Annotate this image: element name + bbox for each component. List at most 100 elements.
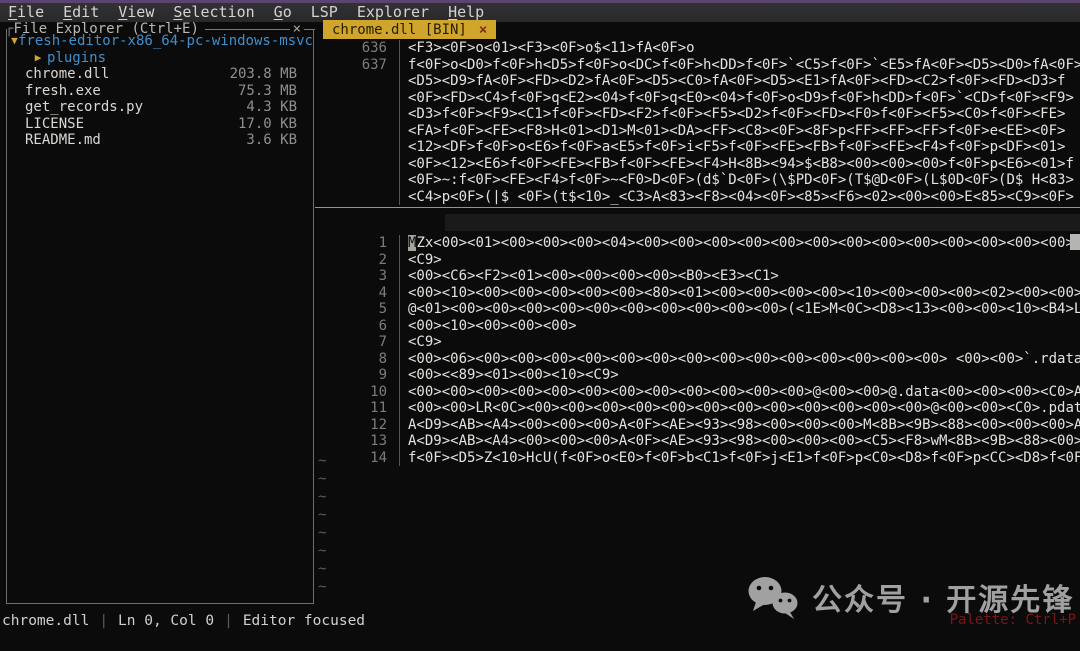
editor-line[interactable]: 9<00><<89><01><00><10><C9>	[315, 367, 1080, 384]
line-text[interactable]: <0F><FD><C4>f<0F>q<E2><04>f<0F>q<E0><04>…	[399, 90, 1080, 107]
line-text[interactable]: MZx<00><01><00><00><00><04><00><00><00><…	[399, 235, 1080, 252]
watermark-text: 公众号 · 开源先锋	[812, 575, 1074, 619]
line-text[interactable]: <C9>	[399, 252, 1080, 269]
status-focus-mode: Editor focused	[243, 613, 365, 629]
line-text[interactable]: <00><10><00><00><00>	[399, 318, 1080, 335]
editor-line[interactable]: <0F><12><E6>f<0F><FE><FB>f<0F><FE><F4>H<…	[315, 156, 1080, 173]
line-text[interactable]: <F3><0F>o<01><F3><0F>o$<11>fA<0F>o	[399, 40, 1080, 57]
horizontal-scrollbar-track[interactable]	[445, 214, 1080, 231]
line-text[interactable]: <FA>f<0F><FE><F8>H<01><D1>M<01><DA><FF><…	[399, 123, 1080, 140]
editor-line[interactable]: 2<C9>	[315, 252, 1080, 269]
line-text[interactable]: <D5><D9>fA<0F><FD><D2>fA<0F><D5><C0>fA<0…	[399, 73, 1080, 90]
file-size: 75.3 MB	[238, 83, 313, 100]
tree-item-fresh-exe[interactable]: fresh.exe75.3 MB	[7, 83, 313, 100]
line-text[interactable]: <00><00><00><00><00><00><00><00><00><00>…	[399, 384, 1080, 401]
line-number: 13	[315, 433, 399, 450]
line-number: 1	[315, 235, 399, 252]
tree-item-root[interactable]: ▼ fresh-editor-x86_64-pc-windows-msvc	[7, 33, 313, 50]
status-separator: |	[224, 613, 233, 629]
tree-item-get-records-py[interactable]: get_records.py4.3 KB	[7, 99, 313, 116]
editor-line[interactable]: 8<00><06><00><00><00><00><00><00><00><00…	[315, 351, 1080, 368]
line-text[interactable]: <00><06><00><00><00><00><00><00><00><00>…	[399, 351, 1080, 368]
tree-item-license[interactable]: LICENSE17.0 KB	[7, 116, 313, 133]
editor-line[interactable]: <12><DF>f<0F>o<E6>f<0F>a<E5>f<0F>i<F5>f<…	[315, 139, 1080, 156]
line-number: 9	[315, 367, 399, 384]
editor-line[interactable]: 636<F3><0F>o<01><F3><0F>o$<11>fA<0F>o	[315, 40, 1080, 57]
editor-top-pane[interactable]: 636<F3><0F>o<01><F3><0F>o$<11>fA<0F>o637…	[315, 40, 1080, 205]
editor-line[interactable]: 11<00><00>LR<0C><00><00><00><00><00><00>…	[315, 400, 1080, 417]
tree-item-readme-md[interactable]: README.md3.6 KB	[7, 132, 313, 149]
editor-line[interactable]: 12A<D9><AB><A4><00><00><00>A<0F><AE><93>…	[315, 417, 1080, 434]
empty-line-tilde: ~	[318, 470, 326, 488]
line-number	[315, 139, 399, 156]
editor-line[interactable]: <D5><D9>fA<0F><FD><D2>fA<0F><D5><C0>fA<0…	[315, 73, 1080, 90]
line-text[interactable]: A<D9><AB><A4><00><00><00>A<0F><AE><93><9…	[399, 417, 1080, 434]
line-text[interactable]: f<0F>o<D0>f<0F>h<D5>f<0F>o<DC>f<0F>h<DD>…	[399, 57, 1080, 74]
scrollbar-thumb[interactable]	[1070, 234, 1080, 250]
editor-line[interactable]: 1MZx<00><01><00><00><00><04><00><00><00>…	[315, 235, 1080, 252]
editor-line[interactable]: <0F>~:f<0F><FE><F4>f<0F>~<F0>D<0F>(d$`D<…	[315, 172, 1080, 189]
file-name: LICENSE	[7, 116, 238, 133]
line-text[interactable]: A<D9><AB><A4><00><00><00>A<0F><AE><93><9…	[399, 433, 1080, 450]
tree-root-label: fresh-editor-x86_64-pc-windows-msvc	[18, 33, 313, 50]
file-name: README.md	[7, 132, 246, 149]
status-bar: chrome.dll | Ln 0, Col 0 | Editor focuse…	[2, 610, 365, 632]
line-text[interactable]: <0F>~:f<0F><FE><F4>f<0F>~<F0>D<0F>(d$`D<…	[399, 172, 1080, 189]
line-number: 6	[315, 318, 399, 335]
tab-close-icon[interactable]: ×	[479, 22, 487, 38]
line-number: 8	[315, 351, 399, 368]
line-number	[315, 156, 399, 173]
file-name: get_records.py	[7, 99, 246, 116]
empty-line-tilde: ~	[318, 542, 326, 560]
editor-line[interactable]: 7<C9>	[315, 334, 1080, 351]
empty-line-tilde: ~	[318, 452, 326, 470]
editor-line[interactable]: 6<00><10><00><00><00>	[315, 318, 1080, 335]
file-size: 4.3 KB	[246, 99, 313, 116]
editor-line[interactable]: <0F><FD><C4>f<0F>q<E2><04>f<0F>q<E0><04>…	[315, 90, 1080, 107]
pane-divider[interactable]	[315, 207, 1080, 208]
line-number: 14	[315, 450, 399, 467]
line-text[interactable]: <00><00>LR<0C><00><00><00><00><00><00><0…	[399, 400, 1080, 417]
line-text[interactable]: <12><DF>f<0F>o<E6>f<0F>a<E5>f<0F>i<F5>f<…	[399, 139, 1080, 156]
editor-line[interactable]: 637f<0F>o<D0>f<0F>h<D5>f<0F>o<DC>f<0F>h<…	[315, 57, 1080, 74]
line-text[interactable]: <D3>f<0F><F9><C1>f<0F><FD><F2>f<0F><F5><…	[399, 106, 1080, 123]
editor-line[interactable]: <FA>f<0F><FE><F8>H<01><D1>M<01><DA><FF><…	[315, 123, 1080, 140]
editor-window: FileEditViewSelectionGoLSPExplorerHelp ┌…	[0, 0, 1080, 651]
line-text[interactable]: @<01><00><00><00><00><00><00><00><00><00…	[399, 301, 1080, 318]
editor-line[interactable]: <D3>f<0F><F9><C1>f<0F><FD><F2>f<0F><F5><…	[315, 106, 1080, 123]
line-number	[315, 123, 399, 140]
chevron-down-icon[interactable]: ▼	[11, 33, 18, 50]
tree-item-plugins[interactable]: ▶ plugins	[7, 50, 313, 67]
empty-line-markers: ~~~~~~~~	[318, 452, 326, 596]
line-number: 2	[315, 252, 399, 269]
empty-line-tilde: ~	[318, 488, 326, 506]
file-size: 3.6 KB	[246, 132, 313, 149]
editor-line[interactable]: <C4>p<0F>(|$ <0F>(t$<10>_<C3>A<83><F8><0…	[315, 189, 1080, 206]
line-text[interactable]: <C9>	[399, 334, 1080, 351]
line-text[interactable]: <00><C6><F2><01><00><00><00><00><B0><E3>…	[399, 268, 1080, 285]
line-text[interactable]: <0F><12><E6>f<0F><FE><FB>f<0F><FE><F4>H<…	[399, 156, 1080, 173]
empty-line-tilde: ~	[318, 560, 326, 578]
file-name: fresh.exe	[7, 83, 238, 100]
line-number	[315, 73, 399, 90]
line-text[interactable]: <00><<89><01><00><10><C9>	[399, 367, 1080, 384]
text-cursor: M	[408, 235, 416, 251]
tree-folder-label: plugins	[47, 50, 106, 67]
editor-line[interactable]: 3<00><C6><F2><01><00><00><00><00><B0><E3…	[315, 268, 1080, 285]
line-number	[315, 90, 399, 107]
line-text[interactable]: <C4>p<0F>(|$ <0F>(t$<10>_<C3>A<83><F8><0…	[399, 189, 1080, 206]
editor-line[interactable]: 14f<0F><D5>Z<10>HcU(f<0F>o<E0>f<0F>b<C1>…	[315, 450, 1080, 467]
line-text[interactable]: <00><10><00><00><00><00><00><80><01><00>…	[399, 285, 1080, 302]
editor-line[interactable]: 4<00><10><00><00><00><00><00><80><01><00…	[315, 285, 1080, 302]
tab-chrome-dll[interactable]: chrome.dll [BIN] ×	[323, 20, 496, 39]
empty-line-tilde: ~	[318, 506, 326, 524]
editor-bottom-pane[interactable]: 1MZx<00><01><00><00><00><04><00><00><00>…	[315, 235, 1080, 466]
editor-line[interactable]: 5@<01><00><00><00><00><00><00><00><00><0…	[315, 301, 1080, 318]
line-text[interactable]: f<0F><D5>Z<10>HcU(f<0F>o<E0>f<0F>b<C1>f<…	[399, 450, 1080, 467]
tree-item-chrome-dll[interactable]: chrome.dll203.8 MB	[7, 66, 313, 83]
chevron-right-icon[interactable]: ▶	[29, 50, 47, 67]
line-number: 5	[315, 301, 399, 318]
line-number: 10	[315, 384, 399, 401]
editor-line[interactable]: 10<00><00><00><00><00><00><00><00><00><0…	[315, 384, 1080, 401]
editor-line[interactable]: 13A<D9><AB><A4><00><00><00>A<0F><AE><93>…	[315, 433, 1080, 450]
